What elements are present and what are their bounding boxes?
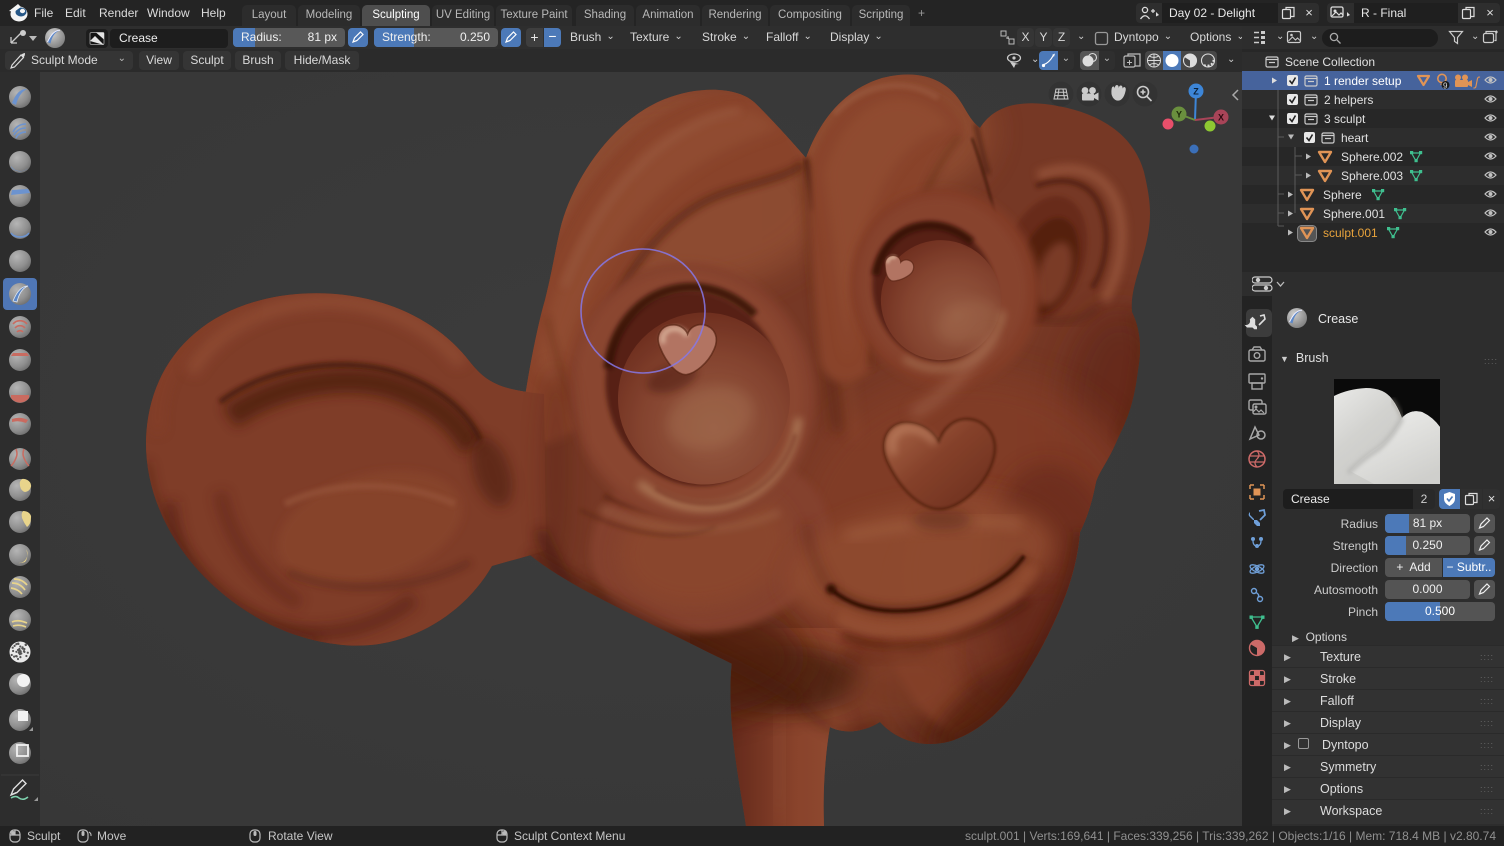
- svg-text:3 sculpt: 3 sculpt: [1324, 112, 1366, 126]
- svg-text:heart: heart: [1341, 131, 1369, 145]
- svg-text:Sphere.003: Sphere.003: [1341, 169, 1403, 183]
- svg-text:2 helpers: 2 helpers: [1324, 93, 1373, 107]
- svg-text:1 render setup: 1 render setup: [1324, 74, 1402, 88]
- svg-text:Sphere: Sphere: [1323, 188, 1362, 202]
- svg-text:X: X: [1218, 113, 1224, 123]
- svg-text:Z: Z: [1193, 87, 1199, 97]
- svg-text:Sphere.002: Sphere.002: [1341, 150, 1403, 164]
- svg-text:Sphere.001: Sphere.001: [1323, 207, 1385, 221]
- svg-text:Scene Collection: Scene Collection: [1285, 55, 1375, 69]
- svg-text:Y: Y: [1176, 110, 1182, 120]
- svg-text:sculpt.001: sculpt.001: [1323, 226, 1378, 240]
- svg-text:9: 9: [1443, 82, 1448, 91]
